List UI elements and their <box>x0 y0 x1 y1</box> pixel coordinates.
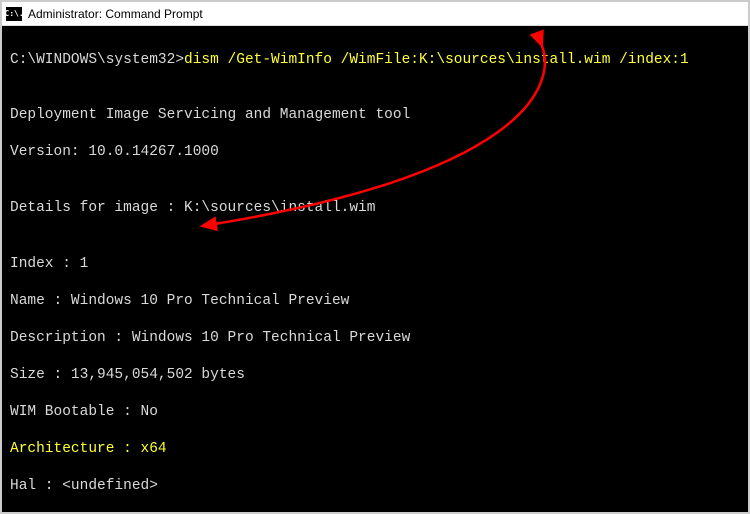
titlebar[interactable]: C:\. Administrator: Command Prompt <box>2 2 748 26</box>
output-line: Version: 10.0.14267.1000 <box>10 143 740 162</box>
terminal-area[interactable]: C:\WINDOWS\system32>dism /Get-WimInfo /W… <box>2 26 748 512</box>
output-line: WIM Bootable : No <box>10 403 740 422</box>
prompt-text: C:\WINDOWS\system32> <box>10 52 184 68</box>
command-prompt-window: C:\. Administrator: Command Prompt C:\WI… <box>0 0 750 514</box>
architecture-line: Architecture : x64 <box>10 440 740 459</box>
output-line: Size : 13,945,054,502 bytes <box>10 366 740 385</box>
command-text: dism /Get-WimInfo /WimFile:K:\sources\in… <box>184 52 689 68</box>
output-line: Description : Windows 10 Pro Technical P… <box>10 329 740 348</box>
output-line: Index : 1 <box>10 255 740 274</box>
output-line: Hal : <undefined> <box>10 477 740 496</box>
output-line: Deployment Image Servicing and Managemen… <box>10 106 740 125</box>
window-title: Administrator: Command Prompt <box>28 7 203 21</box>
output-line: Details for image : K:\sources\install.w… <box>10 199 740 218</box>
command-line-1: C:\WINDOWS\system32>dism /Get-WimInfo /W… <box>10 51 740 70</box>
output-line: Name : Windows 10 Pro Technical Preview <box>10 292 740 311</box>
cmd-icon: C:\. <box>6 7 22 21</box>
